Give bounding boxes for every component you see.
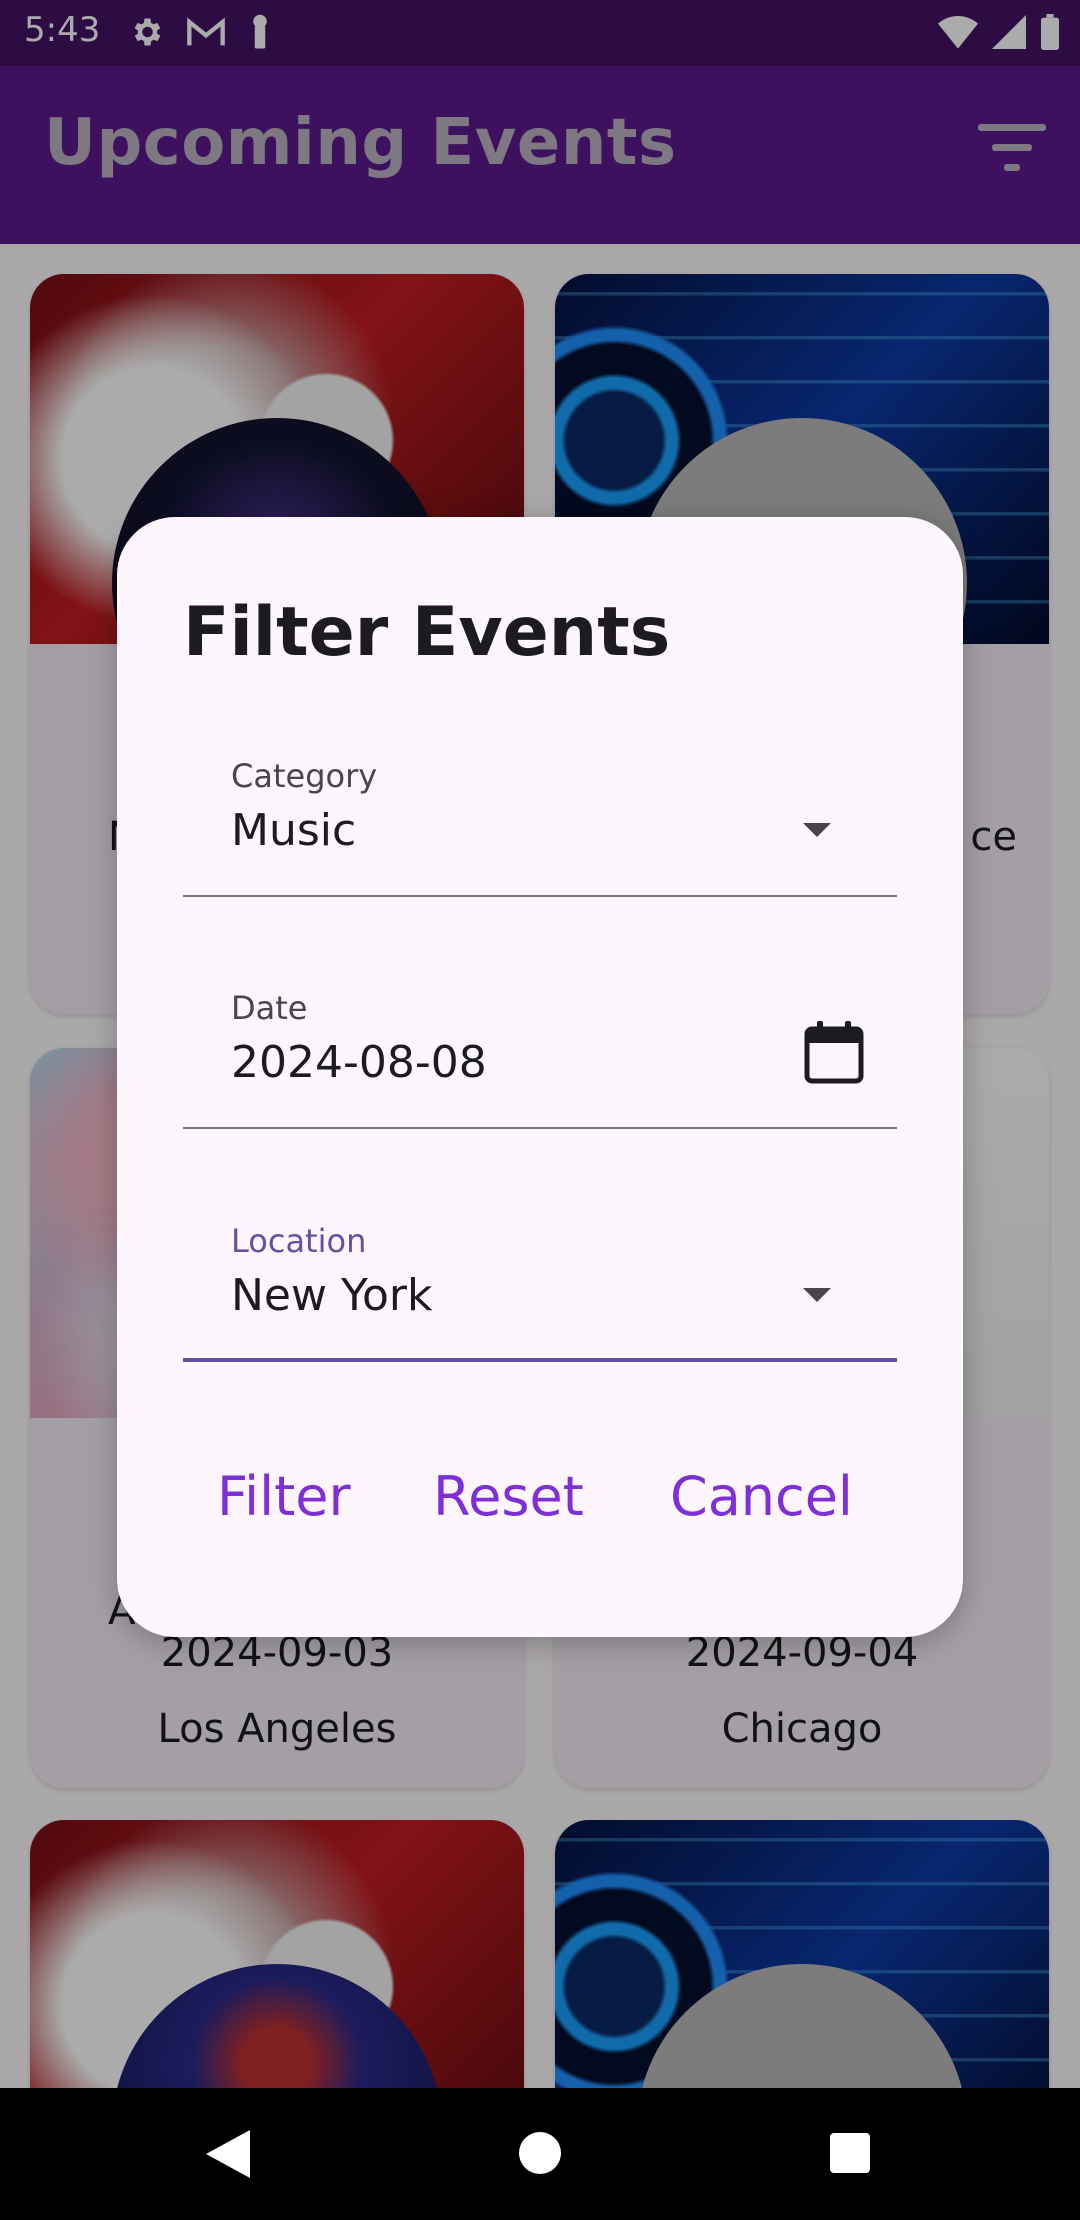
home-icon[interactable]: [519, 2132, 561, 2174]
category-label: Category: [231, 757, 378, 795]
filter-dialog: Filter Events Category Music Date 2024-0…: [117, 517, 963, 1637]
location-label: Location: [231, 1222, 367, 1260]
category-value: Music: [231, 805, 357, 856]
recents-icon[interactable]: [830, 2133, 870, 2173]
date-value: 2024-08-08: [231, 1037, 487, 1088]
date-label: Date: [231, 989, 308, 1027]
dropdown-arrow-icon[interactable]: [803, 1288, 831, 1302]
location-dropdown[interactable]: Location New York: [183, 1202, 897, 1362]
category-dropdown[interactable]: Category Music: [183, 737, 897, 897]
calendar-icon[interactable]: [803, 1019, 865, 1085]
dropdown-arrow-icon[interactable]: [803, 823, 831, 837]
navigation-bar: [0, 2088, 1080, 2220]
field-underline: [183, 895, 897, 897]
back-icon[interactable]: [206, 2130, 250, 2178]
cancel-button[interactable]: Cancel: [670, 1465, 853, 1528]
field-underline: [183, 1358, 897, 1362]
date-field[interactable]: Date 2024-08-08: [183, 969, 897, 1129]
filter-button[interactable]: Filter: [217, 1465, 351, 1528]
reset-button[interactable]: Reset: [433, 1465, 584, 1528]
location-value: New York: [231, 1270, 433, 1321]
field-underline: [183, 1127, 897, 1129]
dialog-actions: Filter Reset Cancel: [117, 1465, 963, 1575]
dialog-title: Filter Events: [183, 593, 671, 672]
